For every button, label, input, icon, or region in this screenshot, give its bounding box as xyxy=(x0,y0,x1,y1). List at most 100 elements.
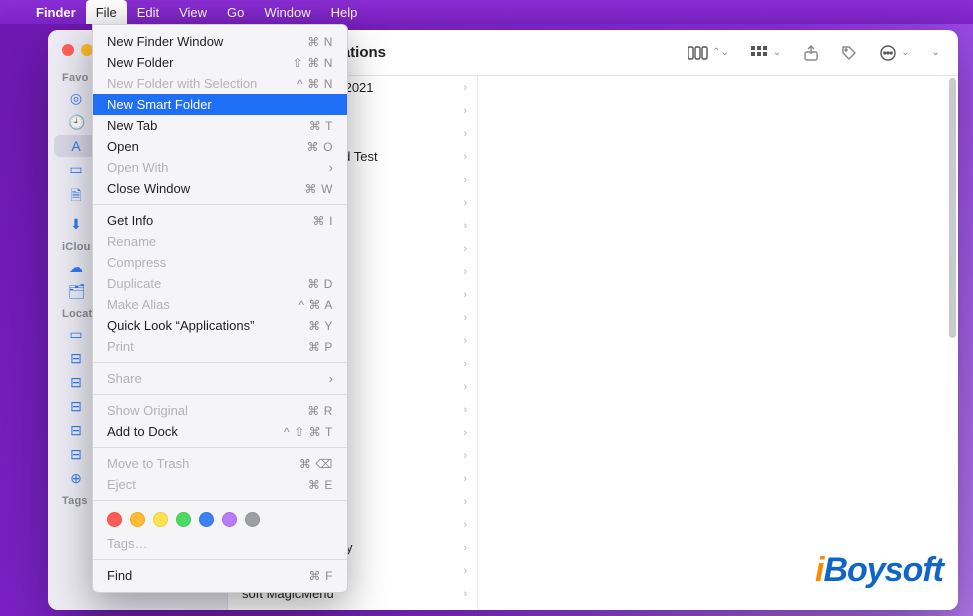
menu-item-label: Add to Dock xyxy=(107,424,178,439)
menu-shortcut: ⌘ O xyxy=(307,140,333,154)
menu-shortcut: ⌘ D xyxy=(307,277,333,291)
menu-item[interactable]: New Tab⌘ T xyxy=(93,115,347,136)
sidebar-item-icon: ⊟ xyxy=(68,422,84,439)
tag-color-dot[interactable] xyxy=(107,512,122,527)
sidebar-item-icon: ⬇ xyxy=(68,216,84,233)
menu-item-label: Quick Look “Applications” xyxy=(107,318,254,333)
tag-color-dot[interactable] xyxy=(199,512,214,527)
menu-item: Show Original ⌘ R xyxy=(93,400,347,421)
chevron-right-icon: › xyxy=(463,128,467,140)
chevron-right-icon: › xyxy=(463,335,467,347)
menu-item[interactable]: Get Info⌘ I xyxy=(93,210,347,231)
chevron-right-icon: › xyxy=(463,450,467,462)
menu-shortcut: ⌘ N xyxy=(307,35,333,49)
menubar-item-edit[interactable]: Edit xyxy=(127,0,169,24)
menu-item[interactable]: Quick Look “Applications” ⌘ Y xyxy=(93,315,347,336)
sidebar-item-icon: 🗂 xyxy=(68,283,84,300)
menu-item[interactable]: Add to Dock ^ ⇧ ⌘ T xyxy=(93,421,347,442)
menu-shortcut: ^ ⌘ N xyxy=(297,77,333,91)
menu-shortcut: ⌘ F xyxy=(309,569,333,583)
menu-item[interactable]: New Folder⇧ ⌘ N xyxy=(93,52,347,73)
tag-color-dot[interactable] xyxy=(222,512,237,527)
sidebar-item-icon: ⊟ xyxy=(68,398,84,415)
chevron-right-icon: › xyxy=(463,496,467,508)
menubar-item-help[interactable]: Help xyxy=(321,0,368,24)
chevron-right-icon: › xyxy=(463,105,467,117)
scrollbar[interactable] xyxy=(949,78,956,338)
sidebar-item-icon: 🕘 xyxy=(68,114,84,131)
file-menu-dropdown: New Finder Window ⌘ N New Folder⇧ ⌘ NNew F… xyxy=(92,24,348,593)
menubar-item-window[interactable]: Window xyxy=(254,0,320,24)
menubar-item-file[interactable]: File xyxy=(86,0,127,24)
menubar-appname[interactable]: Finder xyxy=(26,0,86,24)
menu-shortcut: ⌘ Y xyxy=(308,319,333,333)
menu-item: Share› xyxy=(93,368,347,389)
share-button[interactable] xyxy=(799,45,823,61)
group-by-button[interactable]: ⌄ xyxy=(747,46,785,60)
menu-item-label: Move to Trash xyxy=(107,456,189,471)
menu-item-label: Find xyxy=(107,568,132,583)
menu-item[interactable]: New Finder Window ⌘ N xyxy=(93,31,347,52)
chevron-right-icon: › xyxy=(463,381,467,393)
menu-separator xyxy=(93,362,347,363)
chevron-right-icon: › xyxy=(463,197,467,209)
sidebar-item-icon: ☁ xyxy=(68,259,84,276)
menu-item-label: Print xyxy=(107,339,134,354)
sidebar-item-icon: ⊟ xyxy=(68,374,84,391)
chevron-right-icon: › xyxy=(463,312,467,324)
chevron-right-icon: › xyxy=(463,266,467,278)
menubar-item-view[interactable]: View xyxy=(169,0,217,24)
menu-item: Print ⌘ P xyxy=(93,336,347,357)
action-menu-button[interactable]: ⌄ xyxy=(875,44,913,62)
menu-tags-row[interactable] xyxy=(93,506,347,533)
menu-item-label: Close Window xyxy=(107,181,190,196)
submenu-chevron-icon: › xyxy=(329,160,333,175)
menu-separator xyxy=(93,447,347,448)
menu-item: Open With › xyxy=(93,157,347,178)
tag-color-dot[interactable] xyxy=(245,512,260,527)
menu-shortcut: ⇧ ⌘ N xyxy=(293,56,333,70)
tag-color-dot[interactable] xyxy=(176,512,191,527)
menu-item-label: Make Alias xyxy=(107,297,170,312)
menu-item[interactable]: Find ⌘ F xyxy=(93,565,347,586)
menu-separator xyxy=(93,204,347,205)
tags-button[interactable] xyxy=(837,45,861,61)
menu-item: Eject⌘ E xyxy=(93,474,347,495)
menu-separator xyxy=(93,500,347,501)
finder-column-2 xyxy=(478,76,958,610)
menu-item: Make Alias^ ⌘ A xyxy=(93,294,347,315)
view-columns-button[interactable]: ⌃⌄ xyxy=(684,46,733,60)
chevron-right-icon: › xyxy=(463,220,467,232)
menu-shortcut: ^ ⇧ ⌘ T xyxy=(284,425,333,439)
menu-item: New Folder with Selection^ ⌘ N xyxy=(93,73,347,94)
menubar-item-go[interactable]: Go xyxy=(217,0,254,24)
chevron-right-icon: › xyxy=(463,289,467,301)
menu-item: Compress xyxy=(93,252,347,273)
menu-shortcut: ⌘ E xyxy=(308,478,333,492)
menu-item[interactable]: New Smart Folder xyxy=(93,94,347,115)
menu-shortcut: ⌘ R xyxy=(307,404,333,418)
toolbar-overflow-button[interactable]: ⌄ xyxy=(928,47,944,58)
menu-item: Tags… xyxy=(93,533,347,554)
menu-item-label: Share xyxy=(107,371,142,386)
menu-item[interactable]: Open⌘ O xyxy=(93,136,347,157)
menu-item-label: Open With xyxy=(107,160,168,175)
menu-item: Move to Trash⌘ ⌫ xyxy=(93,453,347,474)
chevron-right-icon: › xyxy=(463,519,467,531)
menu-shortcut: ⌘ P xyxy=(308,340,333,354)
menu-item-label: Duplicate xyxy=(107,276,161,291)
menu-item-label: Get Info xyxy=(107,213,153,228)
tag-color-dot[interactable] xyxy=(153,512,168,527)
column-row[interactable]: soft NTFS for Mac› xyxy=(228,605,477,610)
chevron-right-icon: › xyxy=(463,174,467,186)
chevron-right-icon: › xyxy=(463,358,467,370)
tag-color-dot[interactable] xyxy=(130,512,145,527)
menu-item-label: New Finder Window xyxy=(107,34,223,49)
menu-item[interactable]: Close Window⌘ W xyxy=(93,178,347,199)
menu-item-label: Show Original xyxy=(107,403,188,418)
chevron-right-icon: › xyxy=(463,588,467,600)
menu-separator xyxy=(93,394,347,395)
menu-item-label: Tags… xyxy=(107,536,147,551)
window-close-button[interactable] xyxy=(62,44,74,56)
chevron-right-icon: › xyxy=(463,82,467,94)
